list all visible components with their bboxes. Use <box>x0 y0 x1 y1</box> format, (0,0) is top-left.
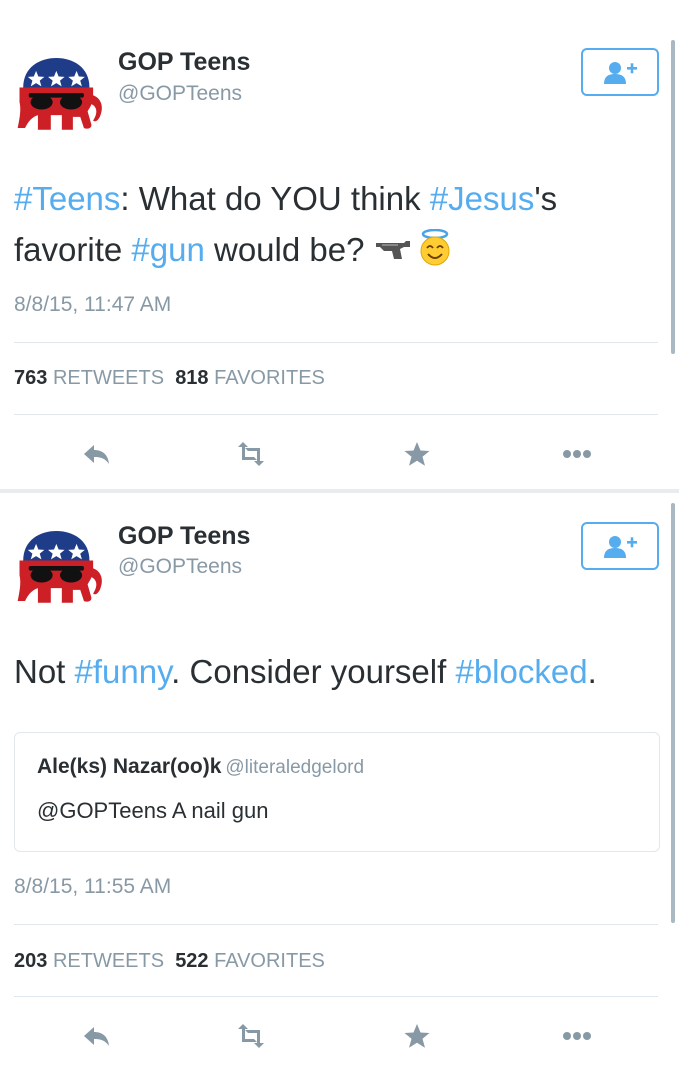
quote-author-name: Ale(ks) Nazar(oo)k <box>37 755 222 778</box>
favorite-button[interactable] <box>395 434 439 474</box>
gun-emoji <box>375 241 410 259</box>
retweet-button[interactable] <box>228 434 272 474</box>
favorite-count[interactable]: 818 <box>175 367 208 389</box>
star-icon <box>404 442 430 466</box>
more-dots-icon <box>563 1032 591 1040</box>
follow-button[interactable] <box>581 48 659 96</box>
hashtag-link[interactable]: #blocked <box>455 653 587 690</box>
divider <box>14 996 658 997</box>
quoted-tweet[interactable]: Ale(ks) Nazar(oo)k @literaledgelord @GOPT… <box>14 732 660 852</box>
tweet-text-segment: Not <box>14 653 75 690</box>
user-name[interactable]: GOP Teens <box>118 522 250 551</box>
favorite-count[interactable]: 522 <box>175 950 208 972</box>
avatar[interactable] <box>14 520 106 612</box>
tweet-actions <box>0 434 679 474</box>
retweets-label[interactable]: RETWEETS <box>53 367 164 389</box>
tweet-text-segment: . <box>587 653 597 690</box>
divider <box>14 342 658 343</box>
retweet-count[interactable]: 203 <box>14 950 47 972</box>
hashtag-link[interactable]: #Teens <box>14 180 120 217</box>
tweet-text-segment: . Consider yourself <box>171 653 456 690</box>
retweet-icon <box>238 1024 264 1048</box>
more-button[interactable] <box>555 1016 599 1056</box>
user-name[interactable]: GOP Teens <box>118 48 250 77</box>
favorites-label[interactable]: FAVORITES <box>214 367 325 389</box>
retweet-icon <box>238 442 264 466</box>
tweet-text-segment: : What do YOU think <box>120 180 430 217</box>
scrollbar[interactable] <box>671 40 675 354</box>
user-handle[interactable]: @GOPTeens <box>118 82 242 106</box>
tweet-2: GOP Teens @GOPTeens Not #funny. Consider… <box>0 493 679 1074</box>
more-dots-icon <box>563 450 591 458</box>
quote-author-handle: @literaledgelord <box>225 757 365 778</box>
retweet-button[interactable] <box>228 1016 272 1056</box>
reply-button[interactable] <box>74 434 118 474</box>
retweet-count[interactable]: 763 <box>14 367 47 389</box>
quote-author[interactable]: Ale(ks) Nazar(oo)k @literaledgelord <box>37 755 364 779</box>
reply-button[interactable] <box>74 1016 118 1056</box>
divider <box>14 924 658 925</box>
favorite-button[interactable] <box>395 1016 439 1056</box>
hashtag-link[interactable]: #funny <box>75 653 172 690</box>
avatar[interactable] <box>14 47 106 139</box>
user-handle[interactable]: @GOPTeens <box>118 555 242 579</box>
tweet-1: GOP Teens @GOPTeens #Teens: What do YOU … <box>0 0 679 489</box>
hashtag-link[interactable]: #gun <box>131 231 204 268</box>
star-icon <box>404 1024 430 1048</box>
scrollbar[interactable] <box>671 503 675 923</box>
angel-smile-emoji <box>420 228 450 266</box>
tweet-stats: 203 RETWEETS 522 FAVORITES <box>14 950 325 973</box>
hashtag-link[interactable]: #Jesus <box>430 180 535 217</box>
tweet-actions <box>0 1016 679 1056</box>
timestamp[interactable]: 8/8/15, 11:47 AM <box>14 293 171 317</box>
tweet-stats: 763 RETWEETS 818 FAVORITES <box>14 367 325 390</box>
add-user-icon <box>604 536 637 558</box>
add-user-icon <box>604 62 637 84</box>
timestamp[interactable]: 8/8/15, 11:55 AM <box>14 875 171 899</box>
favorites-label[interactable]: FAVORITES <box>214 950 325 972</box>
follow-button[interactable] <box>581 522 659 570</box>
quote-text: @GOPTeens A nail gun <box>37 798 269 823</box>
reply-icon <box>84 445 109 464</box>
retweets-label[interactable]: RETWEETS <box>53 950 164 972</box>
divider <box>14 414 658 415</box>
tweet-text-segment: would be? <box>204 231 374 268</box>
reply-icon <box>84 1027 109 1046</box>
tweet-text: Not #funny. Consider yourself #blocked. <box>14 646 654 697</box>
more-button[interactable] <box>555 434 599 474</box>
tweet-text: #Teens: What do YOU think #Jesus's favor… <box>14 173 654 275</box>
